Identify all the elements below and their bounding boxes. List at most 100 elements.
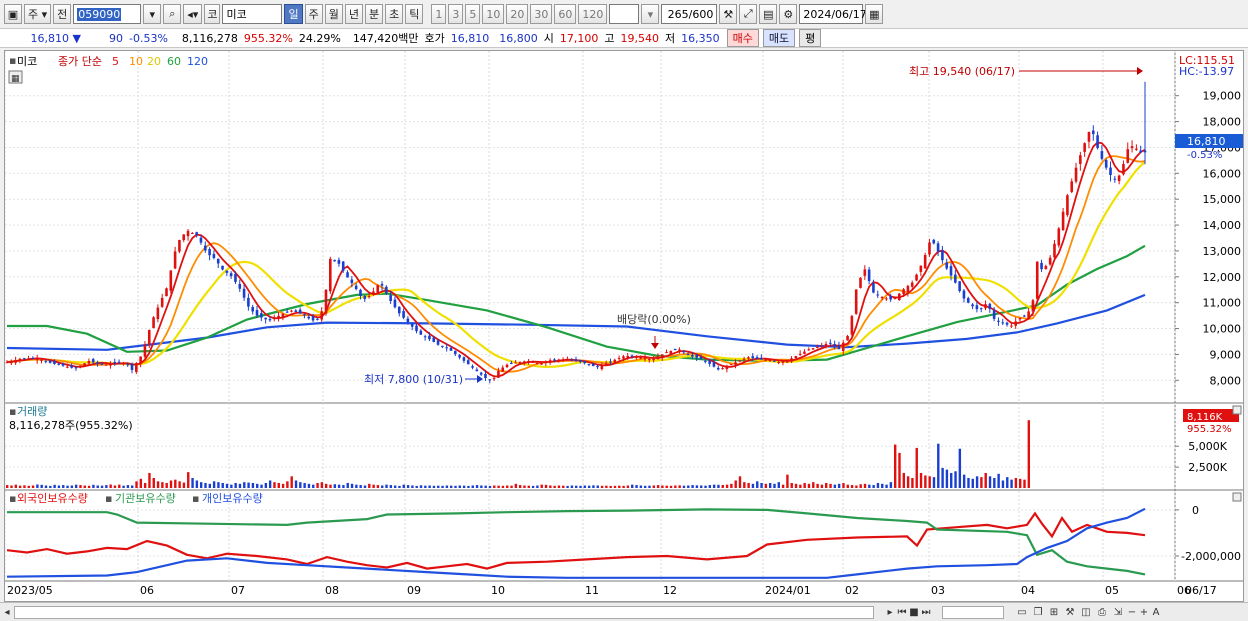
volume-bar [363,485,367,488]
scroll-left-icon[interactable]: ◂ [0,607,14,618]
candle-body [372,291,375,294]
prev-button[interactable]: 전 [53,4,72,24]
candle-body [742,358,746,360]
candle-body [1035,261,1039,299]
layout-icon[interactable]: ⊞ [1046,607,1062,618]
candle-body [255,310,259,316]
chart-icon[interactable]: ◫ [1078,607,1094,618]
candle-body [669,351,673,355]
period-tick-tab[interactable]: 틱 [405,4,424,24]
candle-body [268,319,272,321]
data-count-field[interactable]: 265/600 [661,4,718,24]
current-change-tag: -0.53% [1187,150,1222,161]
holding-menu-icon[interactable]: ▪ [9,492,16,505]
y-tick-label: 8,000 [1210,374,1242,387]
candle-body [182,234,186,241]
candle-body [1044,266,1048,270]
panel-menu-icon[interactable]: ▪ [9,54,16,67]
period-week-tab[interactable]: 주 [304,4,323,24]
volume-current-pct: 955.32% [1187,424,1232,435]
candle-body [695,354,698,358]
multiplier-1[interactable]: 1 [431,4,447,24]
export-icon[interactable]: ⇲ [1110,607,1126,618]
multiplier-60[interactable]: 60 [554,4,577,24]
holding-legend-sep-2: ▪ [192,492,199,505]
stock-code-input[interactable]: 059090 [73,4,142,24]
forward-icon[interactable]: ⏭ [920,607,932,618]
volume-bar [639,485,643,488]
zoom-in-icon[interactable]: + [1138,607,1150,618]
search-icon[interactable]: ⌕ [163,4,182,24]
candle-body [350,279,354,284]
print-icon[interactable]: ⎙ [1094,607,1110,618]
evaluate-button[interactable]: 평 [799,29,822,47]
multiplier-30[interactable]: 30 [530,4,553,24]
auto-scale-icon[interactable]: A [1150,607,1162,618]
copy-icon[interactable]: ❐ [1030,607,1046,618]
multiplier-5[interactable]: 5 [465,4,481,24]
volume-bar [1010,479,1013,488]
stop-icon[interactable]: ■ [908,607,920,618]
chart-type-selector[interactable]: 주 ▾ [24,4,52,24]
bid-price-2: 16,800 [499,31,538,45]
multiplier-dropdown-icon[interactable]: ▾ [641,4,660,24]
code-dropdown-icon[interactable]: ▾ [143,4,162,24]
volume-bar [592,485,595,488]
zoom-out-icon[interactable]: − [1126,607,1138,618]
horizontal-scrollbar[interactable] [14,605,874,619]
period-year-tab[interactable]: 년 [344,4,363,24]
volume-bar [816,483,819,488]
line-tool-icon[interactable]: ⤢ [739,4,758,24]
multiplier-20[interactable]: 20 [506,4,529,24]
volume-bar [786,474,789,488]
sound-dropdown-button[interactable]: ◂▾ [183,4,203,24]
candle-body [234,273,237,282]
volume-bar [36,484,39,488]
buy-button[interactable]: 매수 [726,29,759,47]
window-menu-icon[interactable]: ▣ [4,4,22,24]
volume-tick-label: 5,000K [1188,440,1227,453]
candle-body [863,269,867,276]
calendar-icon[interactable]: ▦ [865,4,884,24]
rewind-icon[interactable]: ⏮ [896,607,908,618]
candle-body [647,359,651,361]
candle-body [1083,143,1086,152]
sell-button[interactable]: 매도 [762,29,796,47]
stock-chart-svg[interactable]: 2023/05 06 07 08 09 10 11 12 2024/01 02 03 04 05 0606… [4,51,1243,601]
y-tick-label: 15,000 [1203,193,1242,206]
holding-legend-foreign: 외국인보유수량 [17,492,88,505]
candle-body [61,363,65,366]
period-day-tab[interactable]: 일 [284,4,303,24]
x-tick-label: 04 [1021,584,1035,597]
volume-bar [618,485,621,488]
settings-gear-icon[interactable]: ⚙ [779,4,798,24]
volume-bar [411,485,414,488]
period-month-tab[interactable]: 월 [324,4,343,24]
volume-menu-icon[interactable]: ▪ [9,405,16,418]
period-second-tab[interactable]: 초 [385,4,404,24]
volume-bar [268,480,272,488]
zoom-slider[interactable] [942,605,1004,619]
tools-icon[interactable]: ⚒ [1062,607,1078,618]
save-icon[interactable]: ▤ [759,4,778,24]
volume-close-icon[interactable] [1232,405,1242,415]
candle-body [225,270,229,273]
volume-bar [152,477,155,488]
candle-body [1031,300,1035,312]
multiplier-3[interactable]: 3 [448,4,464,24]
stock-name-field[interactable]: 미코 [222,4,283,24]
chart-area[interactable]: 2023/05 06 07 08 09 10 11 12 2024/01 02 03 04 05 06 06… [4,50,1244,602]
custom-multiplier-input[interactable] [609,4,640,24]
holding-close-icon[interactable] [1232,492,1242,502]
volume-bar [428,485,431,488]
volume-bar [747,482,750,488]
candle-body [1122,164,1125,175]
multiplier-10[interactable]: 10 [482,4,505,24]
date-input[interactable]: 2024/06/17 [799,4,867,24]
play-icon[interactable]: ▸ [884,607,896,618]
candle-body [958,281,961,291]
period-minute-tab[interactable]: 분 [364,4,384,24]
split-view-icon[interactable]: ▭ [1014,607,1030,618]
multiplier-120[interactable]: 120 [578,4,608,24]
indicator-icon[interactable]: ⚒ [719,4,738,24]
